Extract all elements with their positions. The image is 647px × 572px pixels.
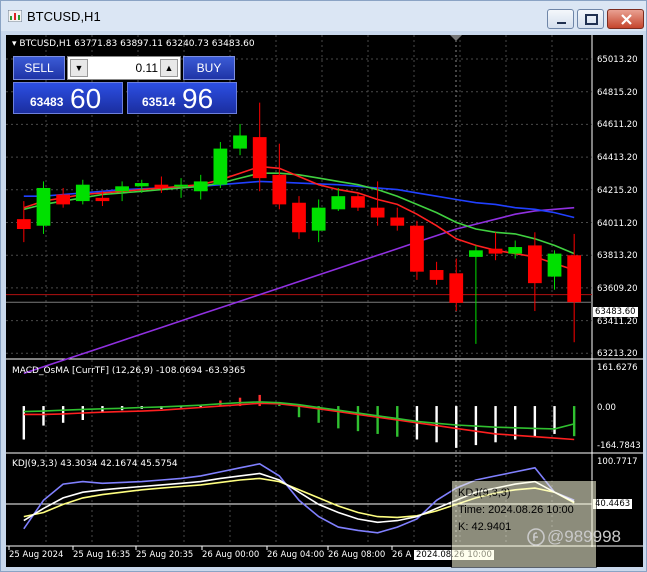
macd-histogram-bar: [455, 406, 458, 448]
time-axis-label: 26 Aug 08:00: [328, 550, 386, 560]
price-axis-label: 64215.20: [597, 185, 638, 196]
buy-price-big: 96: [182, 83, 214, 114]
lot-size-field[interactable]: ▼ 0.11 ▲: [67, 56, 181, 80]
candle-body: [331, 196, 346, 210]
candle-body: [95, 197, 110, 202]
candle-body: [134, 183, 149, 187]
sell-price-box[interactable]: 63483 60: [13, 82, 123, 114]
candle-body: [252, 137, 267, 179]
time-axis-label: 25 Aug 16:35: [73, 550, 131, 560]
macd-histogram-bar: [356, 406, 360, 432]
macd-histogram-bar: [258, 394, 261, 407]
macd-axis-zero: 0.00: [597, 403, 616, 413]
chart-window-icon: [8, 10, 22, 22]
candle-body: [488, 248, 503, 254]
tooltip-k-value: K: 42.9401: [458, 521, 512, 533]
macd-histogram-bar: [494, 406, 497, 443]
sell-price-big: 60: [70, 83, 102, 114]
candle-body: [449, 273, 464, 303]
watermark-text: @989998: [547, 527, 621, 546]
one-click-trading-panel: SELL ▼ 0.11 ▲ BUY 63483 60 63514 96: [13, 56, 237, 114]
kdj-current-tag: 40.4463: [593, 499, 633, 509]
candle-body: [56, 194, 71, 205]
price-axis-label: 63609.20: [597, 283, 638, 294]
price-axis-label: 64413.20: [597, 153, 638, 164]
macd-histogram-bar: [533, 406, 537, 437]
candle-body: [410, 225, 424, 272]
candle-body: [351, 196, 365, 208]
candle-body: [154, 184, 169, 188]
tooltip-time: Time: 2024.08.26 10:00: [458, 504, 574, 516]
macd-histogram-bar: [42, 406, 45, 426]
minimize-button[interactable]: [547, 9, 574, 29]
lot-decrease-icon[interactable]: ▼: [70, 59, 88, 77]
title-bar[interactable]: BTCUSD,H1: [1, 1, 646, 31]
candle-body: [233, 135, 247, 149]
candle-body: [370, 207, 385, 218]
candle-body: [429, 270, 444, 280]
close-icon: [621, 14, 632, 25]
candle-body: [527, 245, 542, 284]
sell-button[interactable]: SELL: [13, 56, 65, 80]
chart-symbol: BTCUSD,H1: [19, 39, 72, 49]
price-axis-label: 63411.20: [597, 316, 638, 327]
macd-histogram-bar: [278, 404, 281, 407]
candle-body: [547, 253, 562, 277]
kdj-axis-max: 100.7717: [597, 457, 638, 467]
candle-body: [193, 181, 208, 192]
buy-price-box[interactable]: 63514 96: [127, 82, 237, 114]
candle-body: [390, 217, 405, 226]
macd-histogram-bar: [376, 406, 379, 434]
time-axis-label: 25 Aug 2024: [9, 550, 64, 560]
kdj-label: KDJ(9,3,3) 43.3034 42.1674 45.5754: [12, 459, 178, 469]
chart-header: ▾ BTCUSD,H1 63771.83 63897.11 63240.73 6…: [12, 39, 255, 49]
candle-body: [292, 202, 306, 233]
window-title: BTCUSD,H1: [27, 9, 101, 24]
macd-axis-min: -164.7843: [597, 441, 641, 451]
terminal-window: BTCUSD,H1 ▾ BTCUSD,H1 63771.83 63897.11 …: [0, 0, 647, 572]
candle-body: [272, 174, 287, 205]
price-axis-label: 65013.20: [597, 55, 638, 65]
candle-body: [311, 207, 326, 231]
price-axis-label: 64815.20: [597, 87, 638, 98]
sell-price-small: 63483: [30, 95, 64, 109]
candle-body: [174, 184, 188, 187]
candle-body: [508, 247, 523, 254]
time-axis-label: 26 A: [392, 550, 412, 560]
maximize-icon: [585, 14, 598, 25]
time-axis-label: 26 Aug 00:00: [202, 550, 260, 560]
chart-ohlc: 63771.83 63897.11 63240.73 63483.60: [74, 39, 255, 49]
buy-price-small: 63514: [142, 95, 176, 109]
lot-size-value[interactable]: 0.11: [90, 61, 158, 75]
candle-body: [115, 186, 129, 192]
current-price-tag: 63483.60: [593, 307, 638, 317]
time-axis-label: 25 Aug 20:35: [136, 550, 194, 560]
macd-histogram-bar: [435, 406, 438, 443]
macd-label: MACD_OsMA [CurrTF] (12,26,9) -108.0694 -…: [12, 366, 246, 376]
macd-histogram-bar: [297, 406, 301, 418]
macd-histogram-bar: [572, 406, 576, 437]
price-axis-label: 63213.20: [597, 349, 638, 360]
candle-body: [75, 184, 90, 202]
candle-body: [16, 219, 31, 229]
minimize-icon: [557, 22, 566, 24]
time-axis-label: 26 Aug 04:00: [267, 550, 325, 560]
price-axis-label: 64011.20: [597, 218, 638, 229]
candle-body: [36, 187, 51, 226]
macd-histogram-bar: [396, 406, 399, 437]
price-axis-label: 64611.20: [597, 120, 638, 131]
watermark-logo-icon: [527, 528, 545, 546]
close-button[interactable]: [607, 9, 644, 29]
macd-axis-max: 161.6276: [597, 363, 638, 373]
lot-increase-icon[interactable]: ▲: [160, 59, 178, 77]
candle-body: [567, 255, 582, 303]
candle-body: [469, 250, 483, 257]
tooltip-title: KDJ(9,3,3): [458, 487, 511, 499]
candle-body: [213, 148, 228, 185]
buy-button[interactable]: BUY: [183, 56, 235, 80]
maximize-button[interactable]: [577, 9, 604, 29]
indicator-tooltip: KDJ(9,3,3) Time: 2024.08.26 10:00 K: 42.…: [451, 480, 597, 568]
price-axis-label: 63813.20: [597, 251, 638, 262]
macd-histogram-bar: [553, 406, 556, 434]
